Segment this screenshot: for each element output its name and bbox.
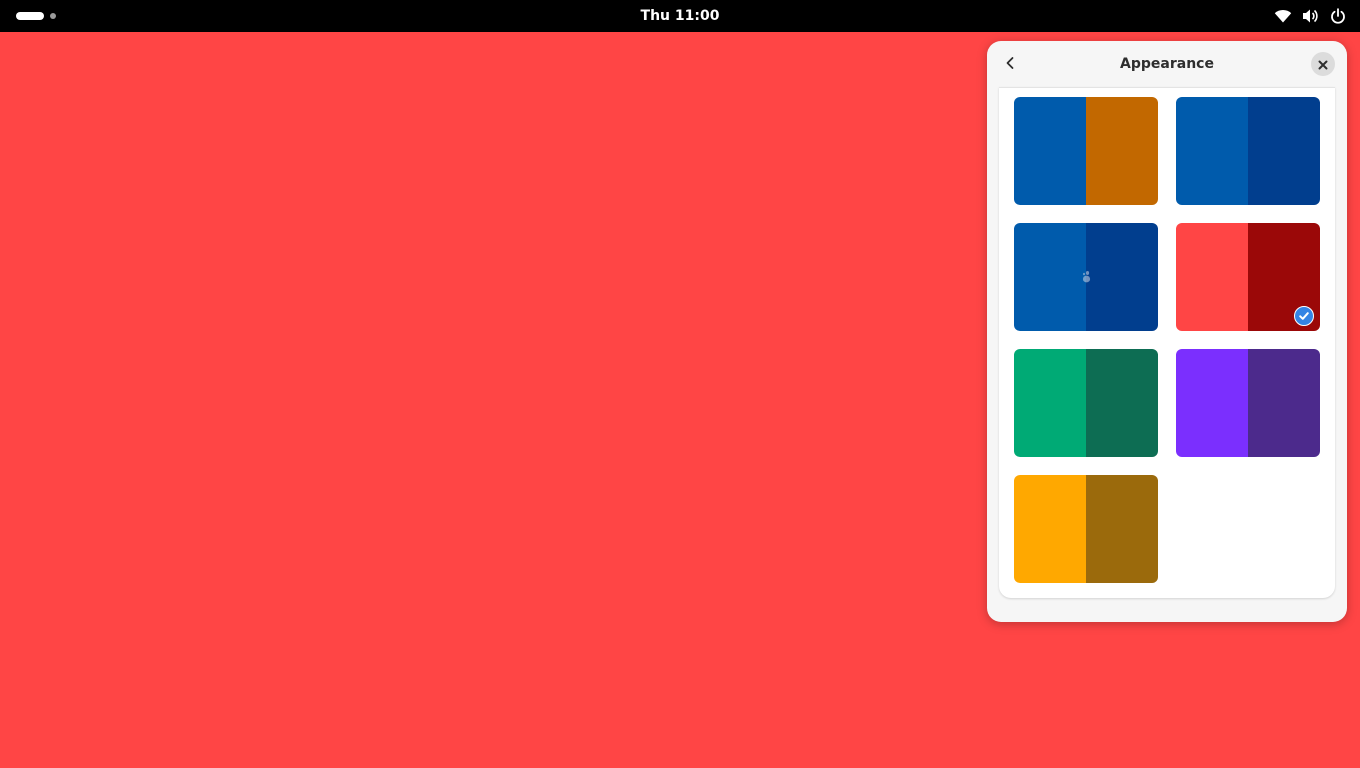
background-option[interactable] [1014, 349, 1158, 457]
background-swatch-left [1176, 97, 1248, 205]
workspace-indicator [50, 13, 56, 19]
background-swatch-right [1248, 349, 1320, 457]
background-options-list[interactable] [999, 87, 1335, 598]
panel-title: Appearance [1120, 56, 1214, 72]
background-option[interactable] [1176, 97, 1320, 205]
panel-header: Appearance [987, 41, 1347, 87]
background-option[interactable] [1176, 349, 1320, 457]
background-option[interactable] [1014, 97, 1158, 205]
background-swatch-right [1086, 223, 1158, 331]
background-swatch-right [1086, 475, 1158, 583]
top-bar: Thu 11:00 [0, 0, 1360, 32]
workspace-indicator-active [16, 12, 44, 20]
background-swatch-left [1014, 349, 1086, 457]
background-swatch-left [1176, 223, 1248, 331]
system-status-area[interactable] [1274, 0, 1346, 32]
power-icon [1330, 8, 1346, 24]
background-option[interactable] [1014, 223, 1158, 331]
chevron-left-icon [1003, 55, 1017, 74]
wifi-icon [1274, 8, 1292, 24]
background-swatch-left [1014, 97, 1086, 205]
background-swatch-left [1014, 475, 1086, 583]
back-button[interactable] [995, 49, 1025, 79]
clock[interactable]: Thu 11:00 [600, 0, 760, 32]
close-icon [1318, 55, 1328, 74]
quick-settings-panel: Appearance [987, 41, 1347, 622]
activities-button[interactable] [16, 10, 60, 22]
background-swatch-left [1014, 223, 1086, 331]
volume-icon [1302, 8, 1320, 24]
background-swatch-right [1248, 97, 1320, 205]
selected-check-icon [1294, 306, 1314, 326]
gnome-logo-icon [1080, 269, 1092, 285]
background-swatch-right [1086, 97, 1158, 205]
background-swatch-left [1176, 349, 1248, 457]
close-button[interactable] [1311, 52, 1335, 76]
header-divider [999, 87, 1335, 88]
background-option[interactable] [1176, 223, 1320, 331]
background-swatch-right [1086, 349, 1158, 457]
background-option[interactable] [1014, 475, 1158, 583]
